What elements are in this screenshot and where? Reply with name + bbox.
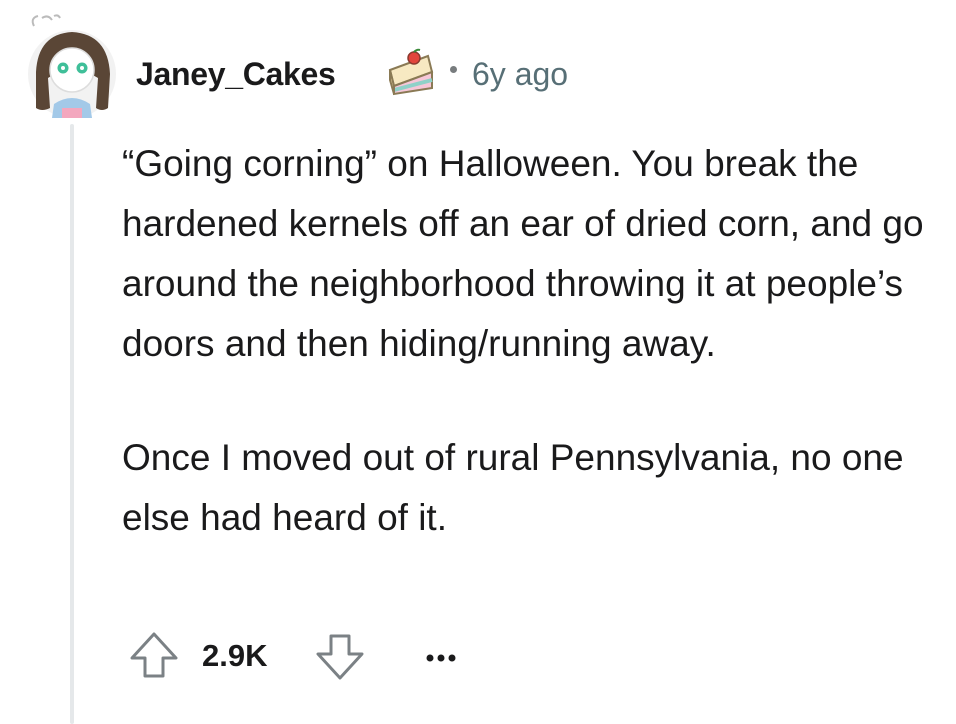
- user-avatar[interactable]: [24, 12, 120, 120]
- comment-author[interactable]: Janey_Cakes: [136, 52, 336, 96]
- comment-paragraph: “Going corning” on Halloween. You break …: [122, 143, 924, 364]
- meta-separator: [450, 66, 457, 73]
- ellipsis-icon[interactable]: [422, 636, 462, 676]
- comment-body: “Going corning” on Halloween. You break …: [122, 134, 932, 548]
- arrow-down-icon[interactable]: [312, 628, 368, 684]
- arrow-up-icon[interactable]: [126, 628, 182, 684]
- vote-score: 2.9K: [202, 638, 268, 673]
- comment-age[interactable]: 6y ago: [472, 52, 568, 96]
- cake-slice-icon: [388, 48, 434, 96]
- thread-line[interactable]: [70, 124, 74, 724]
- comment-paragraph: Once I moved out of rural Pennsylvania, …: [122, 437, 904, 538]
